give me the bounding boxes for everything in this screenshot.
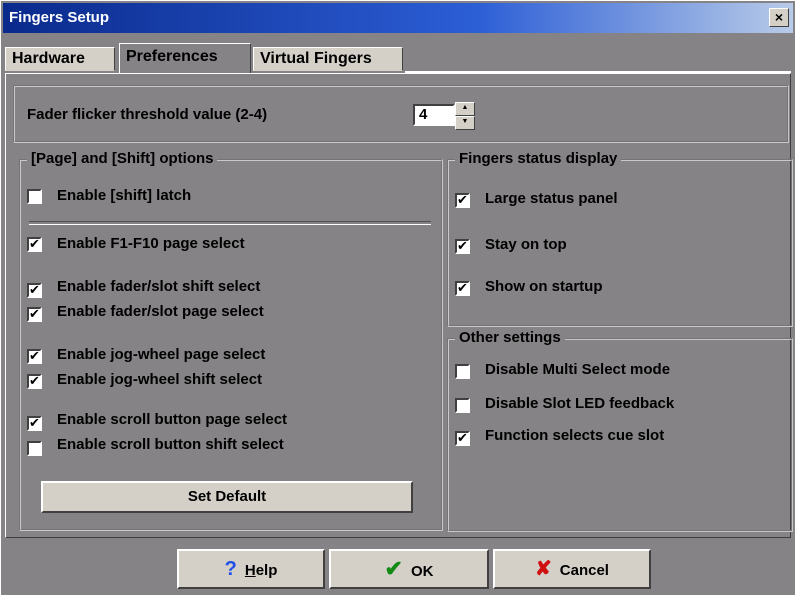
threshold-input[interactable]: 4 (413, 104, 455, 126)
page-shift-group: [Page] and [Shift] options (19, 150, 443, 531)
threshold-label: Fader flicker threshold value (2-4) (27, 106, 268, 123)
help-button[interactable]: ? Help (177, 549, 325, 589)
checkbox-label: Function selects cue slot (485, 427, 665, 444)
checkbox-box[interactable]: ✔ (27, 283, 42, 298)
checkbox-box[interactable]: ✔ (27, 374, 42, 389)
other-settings-group-title: Other settings (455, 329, 565, 346)
checkbox-label: Large status panel (485, 190, 618, 207)
checkbox-box[interactable]: ✔ (27, 416, 42, 431)
title-bar[interactable]: Fingers Setup × (3, 3, 793, 33)
checkbox-label: Enable scroll button shift select (57, 436, 284, 453)
tab-preferences[interactable]: Preferences (119, 43, 251, 73)
close-button[interactable]: × (769, 8, 789, 27)
help-label-underlined: H (244, 562, 256, 579)
spin-up-icon[interactable]: ▲ (455, 102, 475, 116)
set-default-button[interactable]: Set Default (41, 481, 413, 513)
checkbox-label: Stay on top (485, 236, 567, 253)
checkbox-box[interactable]: ✔ (455, 239, 470, 254)
check-mark-icon: ✔ (384, 556, 403, 581)
checkbox-label: Disable Slot LED feedback (485, 395, 675, 412)
checkbox-box[interactable] (455, 364, 470, 379)
spin-down-icon[interactable]: ▼ (455, 116, 475, 130)
help-label-rest: elp (255, 562, 278, 579)
checkbox-label: Enable F1-F10 page select (57, 235, 245, 252)
ok-button[interactable]: ✔ OK (329, 549, 489, 589)
checkbox-box[interactable] (27, 189, 42, 204)
checkbox-box[interactable]: ✔ (27, 237, 42, 252)
status-display-group-title: Fingers status display (455, 150, 622, 167)
checkbox-box[interactable]: ✔ (27, 349, 42, 364)
checkbox-box[interactable] (27, 441, 42, 456)
checkbox-label: Enable jog-wheel page select (57, 346, 266, 363)
checkbox-label: Enable jog-wheel shift select (57, 371, 263, 388)
checkbox-label: Enable fader/slot shift select (57, 278, 261, 295)
checkbox-label: Show on startup (485, 278, 603, 295)
checkbox-label: Enable [shift] latch (57, 187, 192, 204)
question-mark-icon: ? (224, 558, 237, 580)
close-icon: × (774, 9, 784, 25)
options-divider (29, 221, 431, 225)
checkbox-box[interactable] (455, 398, 470, 413)
window-title: Fingers Setup (9, 9, 110, 26)
ok-label: OK (410, 563, 434, 580)
tab-virtual-fingers[interactable]: Virtual Fingers (253, 47, 403, 71)
threshold-spinner[interactable]: ▲ ▼ (455, 102, 475, 130)
x-mark-icon: ✘ (535, 558, 552, 580)
checkbox-label: Disable Multi Select mode (485, 361, 671, 378)
cancel-label: Cancel (559, 562, 609, 579)
fingers-setup-window: Fingers Setup × Hardware Preferences Vir… (0, 0, 796, 596)
checkbox-box[interactable]: ✔ (455, 281, 470, 296)
page-shift-group-title: [Page] and [Shift] options (27, 150, 218, 167)
checkbox-box[interactable]: ✔ (455, 193, 470, 208)
cancel-button[interactable]: ✘ Cancel (493, 549, 651, 589)
checkbox-label: Enable fader/slot page select (57, 303, 264, 320)
checkbox-box[interactable]: ✔ (27, 307, 42, 322)
checkbox-box[interactable]: ✔ (455, 431, 470, 446)
tab-hardware[interactable]: Hardware (5, 47, 115, 71)
checkbox-label: Enable scroll button page select (57, 411, 288, 428)
